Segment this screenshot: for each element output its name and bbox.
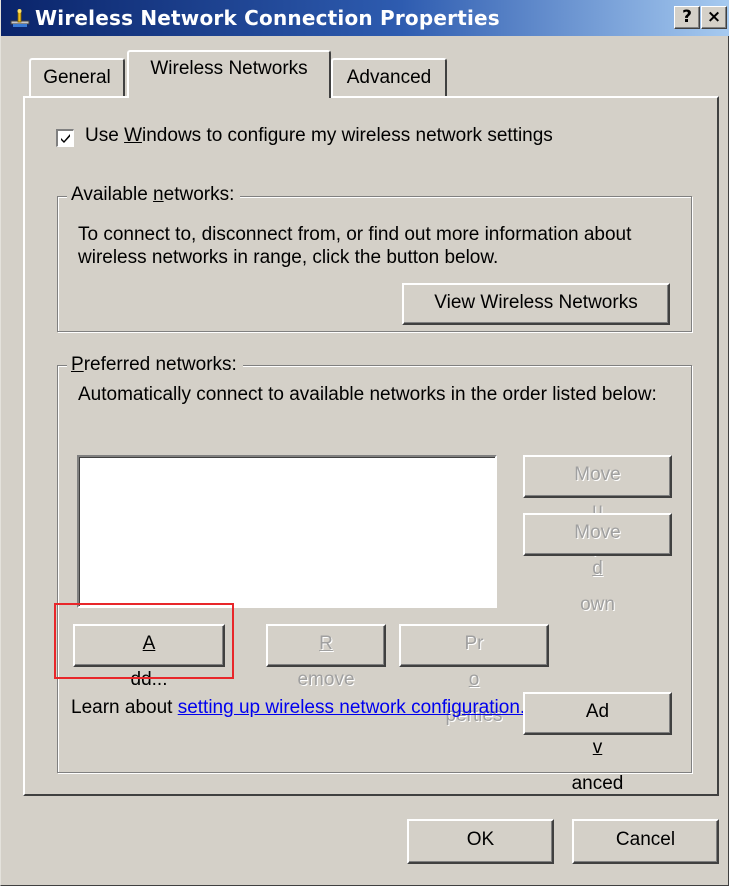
properties-button[interactable]: Pr o perties xyxy=(399,624,549,726)
tab-advanced-label: Advanced xyxy=(346,67,432,88)
advanced-button[interactable]: Ad v anced xyxy=(523,692,672,794)
available-networks-legend: Available networks: xyxy=(67,184,241,206)
tab-general[interactable]: General xyxy=(29,58,125,96)
use-windows-checkbox[interactable] xyxy=(56,129,74,147)
tab-advanced[interactable]: Advanced xyxy=(331,58,447,96)
help-button[interactable]: ? xyxy=(674,6,700,29)
use-windows-label[interactable]: Use Windows to configure my wireless net… xyxy=(85,125,553,147)
tab-general-label: General xyxy=(43,67,111,88)
preferred-networks-list[interactable] xyxy=(77,455,497,608)
remove-button[interactable]: Remove xyxy=(266,624,386,690)
network-connection-icon xyxy=(10,9,30,27)
tab-wireless-networks-label: Wireless Networks xyxy=(150,58,308,79)
preferred-networks-legend: Preferred networks: xyxy=(67,354,243,376)
tab-wireless-networks[interactable]: Wireless Networks xyxy=(127,50,331,98)
move-up-button[interactable]: Move up xyxy=(523,455,672,557)
window-title: Wireless Network Connection Properties xyxy=(35,6,500,30)
properties-dialog: Wireless Network Connection Properties ?… xyxy=(0,0,729,886)
move-down-button[interactable]: Move d own xyxy=(523,513,672,615)
available-networks-description: To connect to, disconnect from, or find … xyxy=(78,224,632,268)
close-button[interactable]: × xyxy=(701,6,727,29)
cancel-button[interactable]: Cancel xyxy=(572,819,719,864)
preferred-networks-description: Automatically connect to available netwo… xyxy=(78,384,657,405)
setup-wireless-config-link[interactable]: setting up wireless network configuratio… xyxy=(178,697,525,718)
checkmark-icon xyxy=(61,134,70,143)
ok-button[interactable]: OK xyxy=(407,819,554,864)
title-bar[interactable]: Wireless Network Connection Properties ?… xyxy=(1,0,729,36)
learn-about-text: Learn about setting up wireless network … xyxy=(71,697,526,718)
view-wireless-networks-button[interactable]: View Wireless Networks xyxy=(402,283,670,325)
add-button[interactable]: Add... xyxy=(73,624,225,690)
